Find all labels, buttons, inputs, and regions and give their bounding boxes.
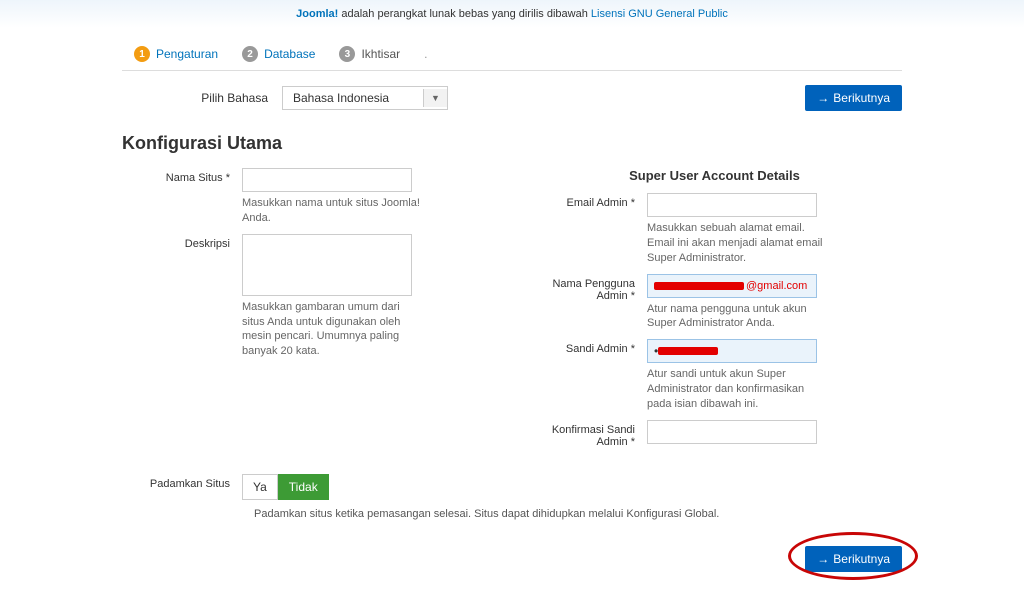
- admin-confirm-password-input[interactable]: [647, 420, 817, 444]
- step-tabs: 1 Pengaturan 2 Database 3 Ikhtisar .: [122, 38, 902, 71]
- redacted-password: [658, 347, 718, 355]
- joomla-brand-link[interactable]: Joomla!: [296, 8, 338, 20]
- admin-password-help: Atur sandi untuk akun Super Administrato…: [647, 367, 827, 412]
- language-label: Pilih Bahasa: [122, 91, 282, 105]
- tab-label-2: Database: [264, 47, 315, 61]
- tab-label-3: Ikhtisar: [361, 47, 400, 61]
- admin-username-label: Nama Pengguna Admin *: [527, 274, 647, 302]
- redacted-username: [654, 282, 744, 290]
- admin-email-label: Email Admin *: [527, 193, 647, 209]
- page-title: Konfigurasi Utama: [122, 133, 902, 154]
- site-name-help: Masukkan nama untuk situs Joomla! Anda.: [242, 196, 422, 226]
- description-textarea[interactable]: [242, 234, 412, 296]
- site-offline-label: Padamkan Situs: [122, 474, 242, 490]
- topbar-text: adalah perangkat lunak bebas yang dirili…: [338, 8, 591, 20]
- site-offline-help: Padamkan situs ketika pemasangan selesai…: [254, 508, 902, 520]
- username-suffix: @gmail.com: [746, 280, 807, 292]
- admin-username-input[interactable]: @gmail.com: [647, 274, 817, 298]
- site-name-label: Nama Situs *: [122, 168, 242, 184]
- next-button-top-label: Berikutnya: [833, 91, 890, 105]
- admin-email-input[interactable]: [647, 193, 817, 217]
- tab-num-2: 2: [242, 46, 258, 62]
- arrow-right-icon: →: [817, 552, 829, 566]
- tab-database[interactable]: 2 Database: [230, 38, 327, 70]
- next-button-bottom[interactable]: → Berikutnya: [805, 546, 902, 572]
- tab-ikhtisar[interactable]: 3 Ikhtisar: [327, 38, 412, 70]
- arrow-right-icon: →: [817, 91, 829, 105]
- chevron-down-icon[interactable]: ▼: [423, 89, 447, 107]
- site-offline-toggle[interactable]: Ya Tidak: [242, 474, 329, 500]
- description-help: Masukkan gambaran umum dari situs Anda u…: [242, 300, 422, 359]
- admin-confirm-password-label: Konfirmasi Sandi Admin *: [527, 420, 647, 448]
- next-button-bottom-label: Berikutnya: [833, 552, 890, 566]
- next-button-top[interactable]: → Berikutnya: [805, 85, 902, 111]
- top-license-bar: Joomla! adalah perangkat lunak bebas yan…: [0, 0, 1024, 28]
- admin-password-label: Sandi Admin *: [527, 339, 647, 355]
- language-select[interactable]: Bahasa Indonesia ▼: [282, 86, 448, 110]
- tab-num-3: 3: [339, 46, 355, 62]
- toggle-tidak[interactable]: Tidak: [278, 474, 329, 500]
- super-user-header: Super User Account Details: [527, 168, 902, 183]
- admin-username-help: Atur nama pengguna untuk akun Super Admi…: [647, 302, 827, 332]
- tab-num-1: 1: [134, 46, 150, 62]
- tab-label-1: Pengaturan: [156, 47, 218, 61]
- admin-email-help: Masukkan sebuah alamat email. Email ini …: [647, 221, 827, 266]
- description-label: Deskripsi: [122, 234, 242, 250]
- language-value: Bahasa Indonesia: [283, 87, 423, 109]
- license-link[interactable]: Lisensi GNU General Public: [591, 8, 728, 20]
- tab-pengaturan[interactable]: 1 Pengaturan: [122, 38, 230, 70]
- admin-password-input[interactable]: •: [647, 339, 817, 363]
- toggle-ya[interactable]: Ya: [242, 474, 278, 500]
- tab-extra-dot: .: [412, 39, 439, 69]
- site-name-input[interactable]: [242, 168, 412, 192]
